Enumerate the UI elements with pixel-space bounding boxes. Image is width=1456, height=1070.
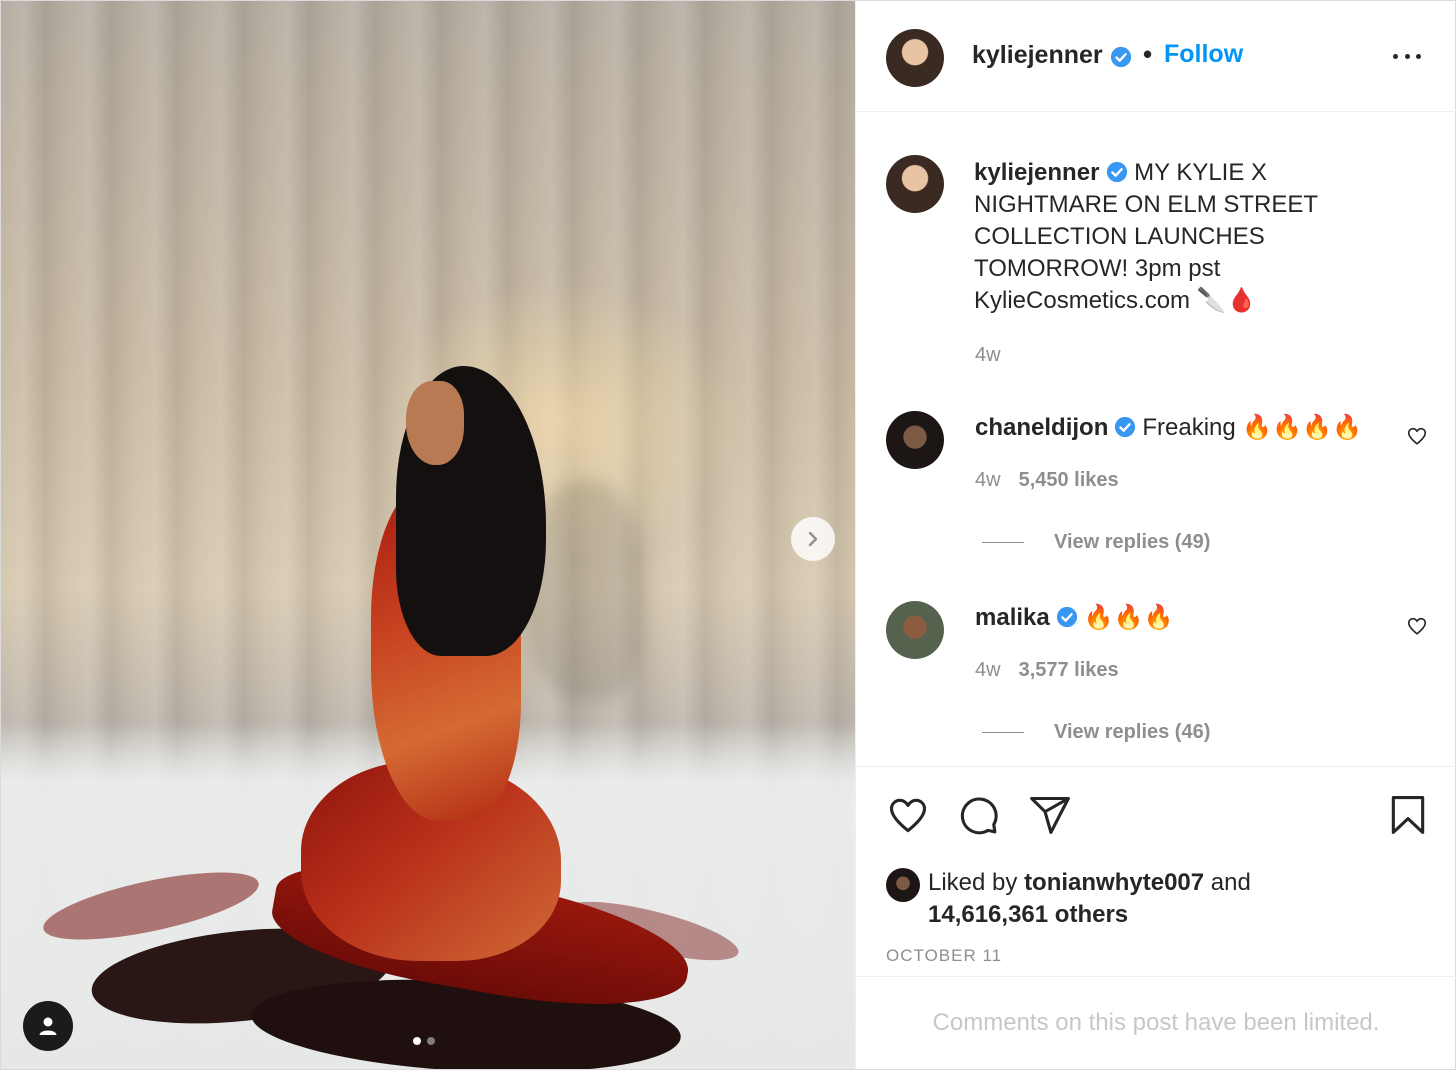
comment-username[interactable]: malika [975, 604, 1050, 631]
comment-item: malika 🔥🔥🔥 4w 3,577 likes View replies (46… [856, 601, 1456, 766]
comment-likes[interactable]: 3,577 likes [1019, 659, 1119, 681]
comment-meta: 4w 5,450 likes [975, 469, 1119, 492]
comments-list: kyliejenner MY KYLIE X NIGHTMARE ON ELM … [856, 112, 1456, 766]
post-caption: kyliejenner MY KYLIE X NIGHTMARE ON ELM … [974, 157, 1354, 317]
post-header: kyliejenner • Follow [856, 1, 1456, 112]
likes-summary: Liked by tonianwhyte007 and 14,616,361 o… [886, 867, 1308, 931]
post-side-panel: kyliejenner • Follow kyliejenner MY KYLI… [855, 1, 1456, 1069]
verified-badge-icon [1056, 606, 1077, 628]
caption-username[interactable]: kyliejenner [974, 159, 1099, 186]
carousel-dot [413, 1037, 421, 1045]
comment-icon[interactable] [956, 793, 1000, 837]
header-separator: • [1143, 39, 1153, 69]
liked-by-others[interactable]: 14,616,361 others [928, 901, 1128, 928]
avatar[interactable] [886, 868, 920, 902]
verified-badge-icon [1115, 416, 1136, 438]
likes-text: Liked by tonianwhyte007 and 14,616,361 o… [928, 867, 1308, 931]
caption-timestamp[interactable]: 4w [975, 344, 1001, 367]
post-actions: Liked by tonianwhyte007 and 14,616,361 o… [856, 766, 1456, 976]
comment-meta: 4w 3,577 likes [975, 659, 1119, 682]
liked-by-prefix: Liked by [928, 869, 1018, 896]
more-options-button[interactable] [1389, 41, 1425, 71]
photo-figure-face [406, 381, 464, 465]
comment-text: 🔥🔥🔥 [1083, 604, 1174, 631]
view-replies-button[interactable]: View replies (46) [982, 721, 1210, 744]
chevron-right-icon [808, 531, 818, 547]
header-username[interactable]: kyliejenner [972, 41, 1103, 70]
avatar[interactable] [886, 601, 944, 659]
liked-by-and: and [1210, 869, 1251, 896]
more-dot-icon [1404, 53, 1410, 59]
comment-item: chaneldijon Freaking 🔥🔥🔥🔥 4w 5,450 likes V… [856, 411, 1456, 581]
carousel-indicator [413, 1037, 435, 1045]
post-media[interactable] [1, 1, 855, 1069]
avatar[interactable] [886, 411, 944, 469]
avatar[interactable] [886, 29, 944, 87]
comment-like-icon[interactable] [1406, 425, 1428, 447]
view-replies-label: View replies (49) [1054, 531, 1211, 553]
post-date[interactable]: OCTOBER 11 [886, 946, 1002, 966]
verified-badge-icon [1110, 46, 1132, 68]
comment-text: Freaking 🔥🔥🔥🔥 [1142, 414, 1362, 441]
more-dot-icon [1416, 53, 1421, 59]
replies-divider [982, 542, 1024, 543]
tagged-users-button[interactable] [23, 1001, 73, 1051]
user-icon [39, 1017, 57, 1035]
verified-badge-icon [1106, 161, 1128, 183]
liked-by-user[interactable]: tonianwhyte007 [1024, 869, 1204, 896]
follow-button[interactable]: Follow [1164, 40, 1243, 69]
comment-timestamp[interactable]: 4w [975, 659, 1001, 681]
carousel-next-button[interactable] [791, 517, 835, 561]
comment-line: chaneldijon Freaking 🔥🔥🔥🔥 [975, 413, 1362, 443]
replies-divider [982, 732, 1024, 733]
carousel-dot [427, 1037, 435, 1045]
comment-username[interactable]: chaneldijon [975, 414, 1108, 441]
comment-like-icon[interactable] [1406, 615, 1428, 637]
send-icon[interactable] [1028, 793, 1072, 837]
heart-icon[interactable] [886, 793, 930, 837]
view-replies-button[interactable]: View replies (49) [982, 531, 1210, 554]
comment-timestamp[interactable]: 4w [975, 469, 1001, 491]
comments-limited-notice: Comments on this post have been limited. [856, 976, 1456, 1069]
view-replies-label: View replies (46) [1054, 721, 1211, 743]
avatar[interactable] [886, 155, 944, 213]
bookmark-icon[interactable] [1386, 793, 1430, 837]
more-dot-icon [1393, 53, 1398, 59]
comment-likes[interactable]: 5,450 likes [1019, 469, 1119, 491]
comment-line: malika 🔥🔥🔥 [975, 603, 1173, 633]
post-modal: kyliejenner • Follow kyliejenner MY KYLI… [0, 0, 1456, 1070]
